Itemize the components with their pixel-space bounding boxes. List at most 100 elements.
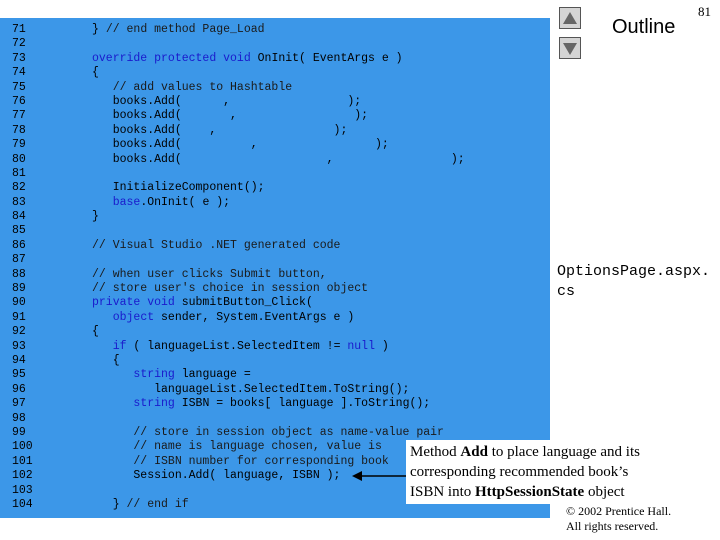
copyright-notice: © 2002 Prentice Hall. All rights reserve… (566, 504, 671, 534)
callout-text-1: Method (410, 444, 461, 460)
line-number: 84 (12, 210, 26, 224)
code-token: ( languageList.SelectedItem != (126, 339, 348, 353)
code-comment: // when user clicks Submit button, (92, 267, 327, 281)
line-number: 76 (12, 94, 26, 108)
code-line: 93 if ( languageList.SelectedItem != nul… (0, 340, 550, 354)
line-number: 73 (12, 51, 26, 65)
code-text: { (92, 325, 99, 339)
code-token: Session.Add( language, ISBN ); (92, 469, 341, 483)
previous-slide-button[interactable] (559, 7, 581, 29)
line-number: 100 (12, 440, 33, 454)
callout-class-name: HttpSessionState (475, 484, 585, 500)
code-text: // store user's choice in session object (92, 282, 368, 296)
code-text: books.Add( , ); (92, 138, 389, 152)
code-line: 99 // store in session object as name-va… (0, 426, 550, 440)
line-number: 99 (12, 425, 26, 439)
line-number: 78 (12, 123, 26, 137)
callout-arrow (352, 471, 408, 481)
line-number: 89 (12, 282, 26, 296)
code-token: } (92, 210, 99, 224)
code-token: ISBN = books[ language ].ToString(); (174, 397, 431, 411)
line-number: 79 (12, 138, 26, 152)
code-token: language = (174, 368, 251, 382)
code-token: submitButton_Click( (181, 296, 313, 310)
code-token: books.Add( , ); (92, 109, 369, 123)
code-token: { (92, 353, 120, 367)
code-line: 89 // store user's choice in session obje… (0, 282, 550, 296)
code-keyword: object (112, 310, 162, 324)
code-comment: // store in session object as name-value… (92, 425, 444, 439)
line-number: 97 (12, 397, 26, 411)
code-line: 75 // add values to Hashtable (0, 81, 550, 95)
code-line: 97 string ISBN = books[ language ].ToStr… (0, 397, 550, 411)
code-text: books.Add( , ); (92, 95, 361, 109)
code-line: 88 // when user clicks Submit button, (0, 268, 550, 282)
code-token: { (92, 325, 99, 339)
code-lines: 71} // end method Page_Load 72 73 override … (0, 23, 550, 512)
code-text: if ( languageList.SelectedItem != null ) (92, 340, 389, 354)
copyright-line-1: © 2002 Prentice Hall. (566, 504, 672, 518)
line-number: 80 (12, 152, 26, 166)
code-line: 77 books.Add( , ); (0, 109, 550, 123)
code-text: object sender, System.EventArgs e ) (92, 310, 355, 325)
code-text: // ISBN number for corresponding book (92, 454, 389, 469)
code-line: 94 { (0, 354, 550, 368)
code-line: 96 languageList.SelectedItem.ToString(); (0, 383, 550, 397)
code-text: languageList.SelectedItem.ToString(); (92, 383, 409, 397)
code-token: books.Add( , ); (92, 152, 465, 166)
code-token: } (92, 497, 127, 511)
code-token: InitializeComponent(); (92, 181, 265, 195)
code-keyword: string (133, 397, 175, 411)
code-keyword: null (347, 339, 375, 353)
code-token: .OnInit( e ); (140, 195, 231, 209)
code-line: 71} // end method Page_Load (0, 23, 550, 37)
code-text: { (92, 66, 99, 80)
line-number: 96 (12, 382, 26, 396)
code-line: 95 string language = (0, 368, 550, 382)
code-token: } (92, 23, 106, 36)
line-number: 83 (12, 195, 26, 209)
next-slide-button[interactable] (559, 37, 581, 59)
code-text: books.Add( , ); (92, 124, 348, 138)
line-number: 93 (12, 339, 26, 353)
code-line: 91 object sender, System.EventArgs e ) (0, 311, 550, 325)
line-number: 102 (12, 469, 33, 483)
code-keyword: if (112, 339, 127, 353)
line-number: 77 (12, 109, 26, 123)
callout-text-3: object (584, 484, 625, 500)
code-line: 98 (0, 412, 550, 426)
code-comment: // add values to Hashtable (92, 80, 293, 94)
code-text: } // end method Page_Load (92, 23, 265, 37)
code-token: languageList.SelectedItem.ToString(); (92, 382, 410, 396)
code-line: 92 { (0, 325, 550, 339)
code-line: 86 // Visual Studio .NET generated code (0, 239, 550, 253)
code-comment: // name is language chosen, value is (92, 440, 382, 454)
code-comment: // ISBN number for corresponding book (92, 454, 389, 468)
line-number: 103 (12, 483, 33, 497)
file-name: OptionsPage.aspx. cs (557, 263, 711, 300)
code-line: 73 override protected void OnInit( EventA… (0, 52, 550, 66)
code-line: 87 (0, 253, 550, 267)
triangle-down-icon (563, 43, 577, 55)
line-number: 72 (12, 37, 26, 51)
code-line: 82 InitializeComponent(); (0, 181, 550, 195)
code-text: Session.Add( language, ISBN ); (92, 469, 340, 483)
line-number: 86 (12, 238, 26, 252)
code-line: 74 { (0, 66, 550, 80)
line-number: 87 (12, 253, 26, 267)
code-line: 81 (0, 167, 550, 181)
code-token: OnInit( EventArgs e ) (257, 51, 403, 65)
code-text: string ISBN = books[ language ].ToString… (92, 397, 430, 411)
page-number: 81 (698, 4, 711, 19)
callout-box: Method Add to place language and its cor… (406, 440, 666, 504)
code-text: { (92, 354, 120, 368)
code-keyword: private void (92, 296, 182, 310)
code-comment: // end if (126, 497, 189, 511)
code-text: // when user clicks Submit button, (92, 268, 327, 282)
code-text: books.Add( , ); (92, 153, 465, 167)
code-line: 79 books.Add( , ); (0, 138, 550, 152)
code-text: // name is language chosen, value is (92, 440, 382, 454)
code-token: ) (374, 339, 389, 353)
